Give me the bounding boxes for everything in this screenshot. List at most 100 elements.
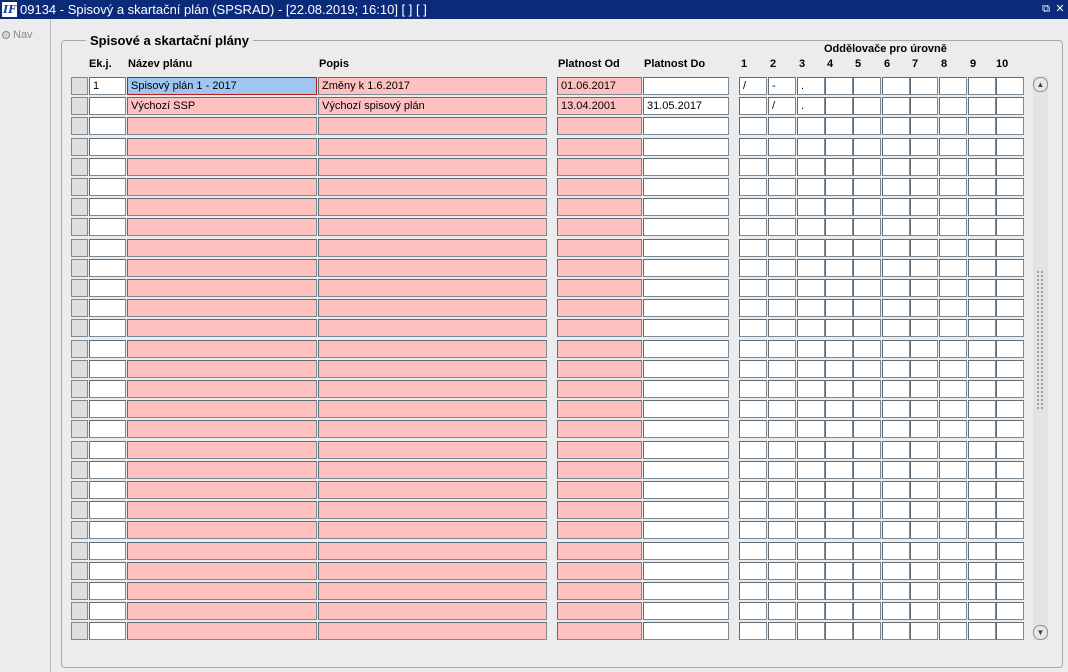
separator-field-1[interactable] <box>739 340 767 358</box>
row-selector[interactable] <box>71 259 88 277</box>
separator-field-8[interactable] <box>939 582 967 600</box>
separator-field-1[interactable] <box>739 97 767 115</box>
separator-field-10[interactable] <box>996 360 1024 378</box>
popis-field[interactable] <box>318 481 547 499</box>
ekj-field[interactable] <box>89 117 126 135</box>
separator-field-1[interactable] <box>739 400 767 418</box>
separator-field-4[interactable] <box>825 582 853 600</box>
nazev-field[interactable] <box>127 360 317 378</box>
separator-field-7[interactable] <box>910 218 938 236</box>
separator-field-5[interactable] <box>853 602 881 620</box>
nazev-field[interactable] <box>127 542 317 560</box>
separator-field-2[interactable]: / <box>768 97 796 115</box>
popis-field[interactable] <box>318 360 547 378</box>
popis-field[interactable] <box>318 461 547 479</box>
separator-field-2[interactable] <box>768 461 796 479</box>
separator-field-8[interactable] <box>939 360 967 378</box>
row-selector[interactable] <box>71 340 88 358</box>
separator-field-6[interactable] <box>882 259 910 277</box>
row-selector[interactable] <box>71 521 88 539</box>
separator-field-1[interactable] <box>739 420 767 438</box>
separator-field-8[interactable] <box>939 521 967 539</box>
separator-field-2[interactable] <box>768 340 796 358</box>
separator-field-8[interactable] <box>939 420 967 438</box>
separator-field-1[interactable] <box>739 299 767 317</box>
row-selector[interactable] <box>71 602 88 620</box>
scroll-up-icon[interactable]: ▲ <box>1033 77 1048 92</box>
separator-field-6[interactable] <box>882 178 910 196</box>
separator-field-5[interactable] <box>853 380 881 398</box>
separator-field-10[interactable] <box>996 117 1024 135</box>
platnost-do-field[interactable] <box>643 622 729 640</box>
separator-field-3[interactable] <box>797 198 825 216</box>
separator-field-10[interactable] <box>996 622 1024 640</box>
separator-field-10[interactable] <box>996 138 1024 156</box>
separator-field-3[interactable] <box>797 602 825 620</box>
separator-field-5[interactable] <box>853 279 881 297</box>
separator-field-5[interactable] <box>853 158 881 176</box>
separator-field-2[interactable] <box>768 582 796 600</box>
separator-field-7[interactable] <box>910 461 938 479</box>
separator-field-5[interactable] <box>853 117 881 135</box>
separator-field-10[interactable] <box>996 461 1024 479</box>
separator-field-10[interactable] <box>996 158 1024 176</box>
separator-field-7[interactable] <box>910 97 938 115</box>
ekj-field[interactable] <box>89 481 126 499</box>
separator-field-6[interactable] <box>882 360 910 378</box>
popis-field[interactable] <box>318 138 547 156</box>
separator-field-3[interactable] <box>797 319 825 337</box>
separator-field-6[interactable] <box>882 239 910 257</box>
nazev-field[interactable] <box>127 178 317 196</box>
separator-field-4[interactable] <box>825 259 853 277</box>
platnost-od-field[interactable] <box>557 239 642 257</box>
ekj-field[interactable] <box>89 582 126 600</box>
ekj-field[interactable] <box>89 198 126 216</box>
separator-field-6[interactable] <box>882 542 910 560</box>
separator-field-6[interactable] <box>882 602 910 620</box>
platnost-od-field[interactable] <box>557 542 642 560</box>
separator-field-7[interactable] <box>910 360 938 378</box>
popis-field[interactable] <box>318 542 547 560</box>
separator-field-7[interactable] <box>910 198 938 216</box>
separator-field-8[interactable] <box>939 198 967 216</box>
separator-field-2[interactable] <box>768 259 796 277</box>
separator-field-1[interactable] <box>739 218 767 236</box>
platnost-do-field[interactable] <box>643 602 729 620</box>
popis-field[interactable] <box>318 521 547 539</box>
separator-field-6[interactable] <box>882 622 910 640</box>
separator-field-1[interactable] <box>739 501 767 519</box>
separator-field-2[interactable] <box>768 521 796 539</box>
separator-field-3[interactable] <box>797 178 825 196</box>
ekj-field[interactable] <box>89 158 126 176</box>
platnost-od-field[interactable] <box>557 622 642 640</box>
popis-field[interactable] <box>318 501 547 519</box>
platnost-od-field[interactable] <box>557 441 642 459</box>
separator-field-2[interactable] <box>768 481 796 499</box>
separator-field-8[interactable] <box>939 279 967 297</box>
separator-field-8[interactable] <box>939 77 967 95</box>
separator-field-4[interactable] <box>825 279 853 297</box>
separator-field-6[interactable] <box>882 77 910 95</box>
platnost-do-field[interactable] <box>643 521 729 539</box>
separator-field-2[interactable] <box>768 117 796 135</box>
nazev-field[interactable] <box>127 259 317 277</box>
platnost-od-field[interactable] <box>557 420 642 438</box>
platnost-do-field[interactable] <box>643 138 729 156</box>
ekj-field[interactable] <box>89 340 126 358</box>
separator-field-3[interactable] <box>797 380 825 398</box>
separator-field-10[interactable] <box>996 400 1024 418</box>
row-selector[interactable] <box>71 622 88 640</box>
separator-field-5[interactable] <box>853 340 881 358</box>
row-selector[interactable] <box>71 420 88 438</box>
separator-field-6[interactable] <box>882 461 910 479</box>
separator-field-3[interactable] <box>797 117 825 135</box>
separator-field-5[interactable] <box>853 441 881 459</box>
popis-field[interactable] <box>318 299 547 317</box>
separator-field-3[interactable] <box>797 400 825 418</box>
separator-field-5[interactable] <box>853 97 881 115</box>
platnost-od-field[interactable] <box>557 299 642 317</box>
separator-field-1[interactable] <box>739 582 767 600</box>
platnost-od-field[interactable] <box>557 218 642 236</box>
separator-field-3[interactable] <box>797 239 825 257</box>
separator-field-4[interactable] <box>825 299 853 317</box>
